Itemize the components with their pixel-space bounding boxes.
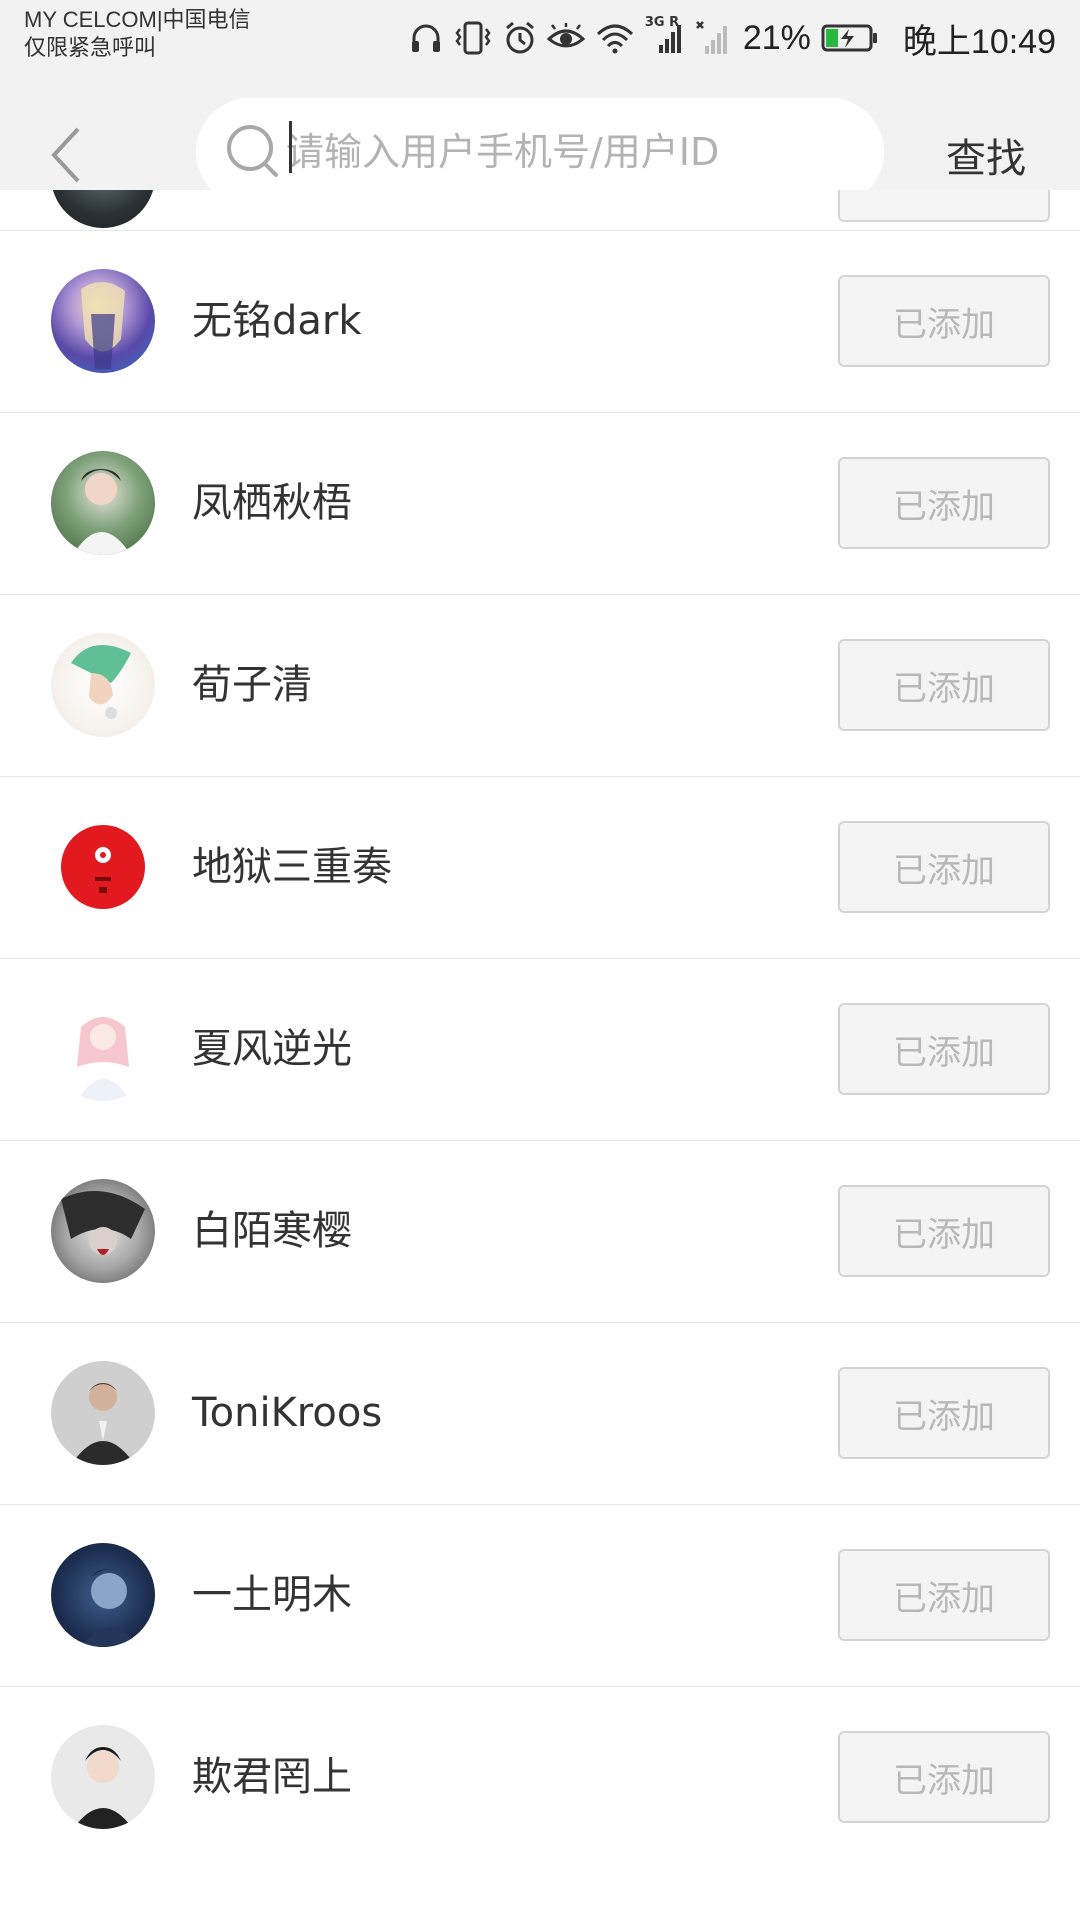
avatar[interactable] [51, 451, 155, 555]
avatar [51, 190, 155, 228]
added-button[interactable]: 已添加 [838, 1731, 1050, 1823]
search-button[interactable]: 查找 [946, 126, 1026, 184]
user-name: 凤栖秋梧 [192, 480, 352, 526]
wifi-icon [595, 22, 635, 54]
avatar[interactable] [51, 1725, 155, 1829]
battery-charging-icon [821, 23, 879, 53]
user-name: 一土明木 [192, 1572, 352, 1618]
search-icon [224, 122, 284, 182]
chevron-left-icon [51, 127, 80, 183]
text-cursor [289, 121, 292, 173]
list-item[interactable]: 无铭dark 已添加 [0, 230, 1080, 412]
status-bar: MY CELCOM|中国电信 仅限紧急呼叫 3G R 21% 晚上10:49 [0, 0, 1080, 76]
network-type-label: 3G R [644, 15, 680, 30]
avatar[interactable] [51, 1361, 155, 1465]
user-name: 地狱三重奏 [192, 844, 392, 890]
search-input[interactable] [286, 116, 846, 188]
user-name: 夏风逆光 [192, 1026, 352, 1072]
vibrate-icon [453, 20, 493, 56]
added-button [838, 190, 1050, 222]
added-button[interactable]: 已添加 [838, 639, 1050, 731]
list-item[interactable]: 白陌寒樱 已添加 [0, 1140, 1080, 1322]
added-button[interactable]: 已添加 [838, 1549, 1050, 1641]
list-item[interactable]: 荀子清 已添加 [0, 594, 1080, 776]
emergency-calls-only: 仅限紧急呼叫 [24, 35, 157, 60]
list-item[interactable]: ToniKroos 已添加 [0, 1322, 1080, 1504]
added-button[interactable]: 已添加 [838, 1367, 1050, 1459]
headphones-icon [409, 21, 443, 55]
added-button[interactable]: 已添加 [838, 1003, 1050, 1095]
user-name: 荀子清 [192, 662, 312, 708]
avatar[interactable] [51, 1543, 155, 1647]
avatar[interactable] [51, 633, 155, 737]
list-item[interactable]: 夏风逆光 已添加 [0, 958, 1080, 1140]
user-name: ToniKroos [192, 1390, 383, 1436]
back-button[interactable] [44, 120, 88, 190]
added-button[interactable]: 已添加 [838, 1185, 1050, 1277]
list-item-partial [0, 190, 1080, 230]
no-signal-icon [695, 20, 731, 56]
list-item[interactable]: 一土明木 已添加 [0, 1504, 1080, 1686]
added-button[interactable]: 已添加 [838, 821, 1050, 913]
carrier-name: MY CELCOM|中国电信 [24, 7, 251, 32]
user-name: 无铭dark [192, 298, 362, 344]
status-icons: 3G R 21% 晚上10:49 [409, 14, 1056, 62]
avatar[interactable] [51, 997, 155, 1101]
user-name: 白陌寒樱 [192, 1208, 352, 1254]
battery-percent: 21% [742, 18, 811, 57]
added-button[interactable]: 已添加 [838, 275, 1050, 367]
alarm-icon [503, 20, 537, 56]
avatar[interactable] [51, 1179, 155, 1283]
eye-comfort-icon [546, 23, 585, 53]
user-list: 无铭dark 已添加 凤栖秋梧 已添加 荀子清 已添加 地狱三重奏 已添加 夏风… [0, 230, 1080, 1868]
list-item[interactable]: 凤栖秋梧 已添加 [0, 412, 1080, 594]
avatar[interactable] [51, 269, 155, 373]
carrier-info: MY CELCOM|中国电信 仅限紧急呼叫 [24, 6, 251, 62]
signal-icon: 3G R [645, 15, 685, 55]
user-name: 欺君罔上 [192, 1754, 352, 1800]
list-item[interactable]: 地狱三重奏 已添加 [0, 776, 1080, 958]
clock: 晚上10:49 [902, 22, 1056, 61]
list-item[interactable]: 欺君罔上 已添加 [0, 1686, 1080, 1868]
avatar[interactable] [51, 815, 155, 919]
added-button[interactable]: 已添加 [838, 457, 1050, 549]
